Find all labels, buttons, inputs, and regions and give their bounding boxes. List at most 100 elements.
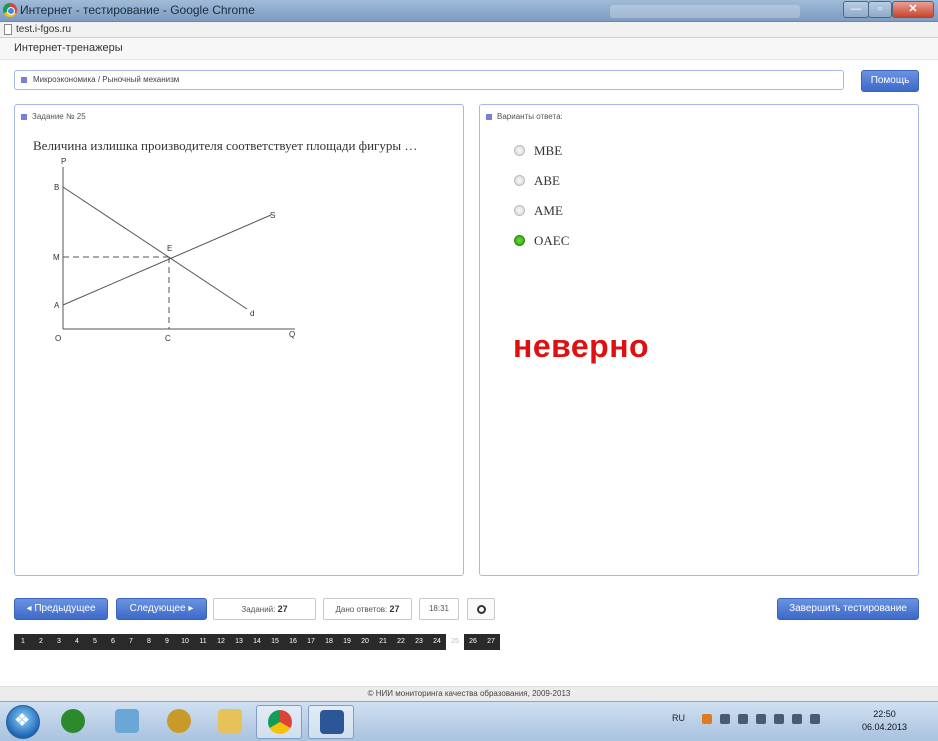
supply-line [62,214,272,306]
url-text[interactable]: test.i-fgos.ru [16,24,71,35]
pause-button[interactable] [467,598,495,620]
previous-label[interactable]: Предыдущее [34,603,95,614]
page-4[interactable]: 4 [68,634,86,650]
answer-label[interactable]: OAEC [534,233,569,249]
page-15[interactable]: 15 [266,634,284,650]
page-13[interactable]: 13 [230,634,248,650]
answer-label[interactable]: AME [534,203,563,219]
page-27[interactable]: 27 [482,634,500,650]
close-button[interactable]: ✕ [892,1,934,18]
page-9[interactable]: 9 [158,634,176,650]
breadcrumb: Микроэкономика / Рыночный механизм [14,70,844,90]
page-1[interactable]: 1 [14,634,32,650]
timer-value: 18:31 [428,604,450,613]
app-icon [115,709,139,733]
page-8[interactable]: 8 [140,634,158,650]
question-pager: 1 2 3 4 5 6 7 8 9 10 11 12 13 14 15 16 17 18 19 20 21 22 23 24 2… [14,634,500,650]
bluetooth-icon[interactable] [720,714,730,724]
answered-counter: Дано ответов: 27 [323,598,412,620]
tray-icon[interactable] [738,714,748,724]
answers-header: Варианты ответа: [486,112,563,121]
word-icon [320,710,344,734]
window-title: Интернет - тестирование - Google Chrome [20,3,255,17]
answer-label[interactable]: ABE [534,173,560,189]
clock[interactable]: 22:50 06.04.2013 [862,708,907,734]
chrome-icon [3,3,17,17]
page-22[interactable]: 22 [392,634,410,650]
label-a: A [54,301,60,310]
page-26[interactable]: 26 [464,634,482,650]
clock-date: 06.04.2013 [862,722,908,732]
network-icon[interactable] [792,714,802,724]
page-3[interactable]: 3 [50,634,68,650]
label-q: Q [289,330,295,339]
answer-label[interactable]: MBE [534,143,562,159]
radio-button[interactable] [514,145,525,156]
result-text: неверно [513,328,650,364]
radio-button[interactable] [514,205,525,216]
page-25[interactable]: 25 [446,634,464,650]
page-5[interactable]: 5 [86,634,104,650]
label-s: S [270,211,275,220]
utorrent-taskbar-button[interactable] [50,705,96,739]
warcraft-taskbar-button[interactable] [156,705,202,739]
task-number: Задание № 25 [32,112,86,121]
finish-test-button[interactable]: Завершить тестирование [777,598,919,620]
windows-taskbar: RU 22:50 06.04.2013 [0,701,938,741]
previous-button[interactable]: ◂ Предыдущее [14,598,108,620]
answered-label: Дано ответов: [335,605,388,614]
page-7[interactable]: 7 [122,634,140,650]
page-17[interactable]: 17 [302,634,320,650]
app-title: Интернет-тренажеры [14,42,123,54]
square-bullet-icon [486,113,492,120]
tray-app-icon[interactable] [702,714,712,724]
square-bullet-icon [21,77,27,83]
radio-button[interactable] [514,175,525,186]
app-header: Интернет-тренажеры [0,38,938,60]
label-e: E [167,244,172,253]
word-taskbar-button[interactable] [308,705,354,739]
address-bar[interactable]: test.i-fgos.ru [0,22,938,38]
page-icon [4,24,12,35]
background-tab[interactable] [610,5,800,18]
page-6[interactable]: 6 [104,634,122,650]
page-14[interactable]: 14 [248,634,266,650]
page-2[interactable]: 2 [32,634,50,650]
page-16[interactable]: 16 [284,634,302,650]
page-18[interactable]: 18 [320,634,338,650]
page-24[interactable]: 24 [428,634,446,650]
flag-icon[interactable] [774,714,784,724]
volume-icon[interactable] [810,714,820,724]
tasks-value: 27 [277,604,288,614]
task-panel: Задание № 25 Величина излишка производит… [14,104,464,576]
start-button[interactable] [6,705,40,739]
page-20[interactable]: 20 [356,634,374,650]
explorer-taskbar-button[interactable] [207,705,253,739]
warcraft-icon [167,709,191,733]
utorrent-icon [61,709,85,733]
help-button[interactable]: Помощь [861,70,919,92]
language-indicator[interactable]: RU [672,713,685,723]
app-taskbar-button[interactable] [104,705,150,739]
next-label[interactable]: Следующее [130,603,186,614]
tasks-counter: Заданий: 27 [213,598,316,620]
page-23[interactable]: 23 [410,634,428,650]
label-o: O [55,334,61,343]
label-c: C [165,334,171,343]
page-10[interactable]: 10 [176,634,194,650]
window-titlebar: Интернет - тестирование - Google Chrome … [0,0,938,22]
page-11[interactable]: 11 [194,634,212,650]
page-12[interactable]: 12 [212,634,230,650]
page-21[interactable]: 21 [374,634,392,650]
chrome-taskbar-button[interactable] [256,705,302,739]
question-text: Величина излишка производителя соответст… [33,138,418,153]
next-button[interactable]: Следующее ▸ [116,598,207,620]
chrome-icon [268,710,292,734]
page-19[interactable]: 19 [338,634,356,650]
radio-button-selected[interactable] [514,235,525,246]
maximize-button[interactable]: ▫ [868,1,892,18]
task-header: Задание № 25 [21,112,86,121]
system-tray [702,714,820,724]
minimize-button[interactable]: — [843,1,869,18]
tray-icon[interactable] [756,714,766,724]
